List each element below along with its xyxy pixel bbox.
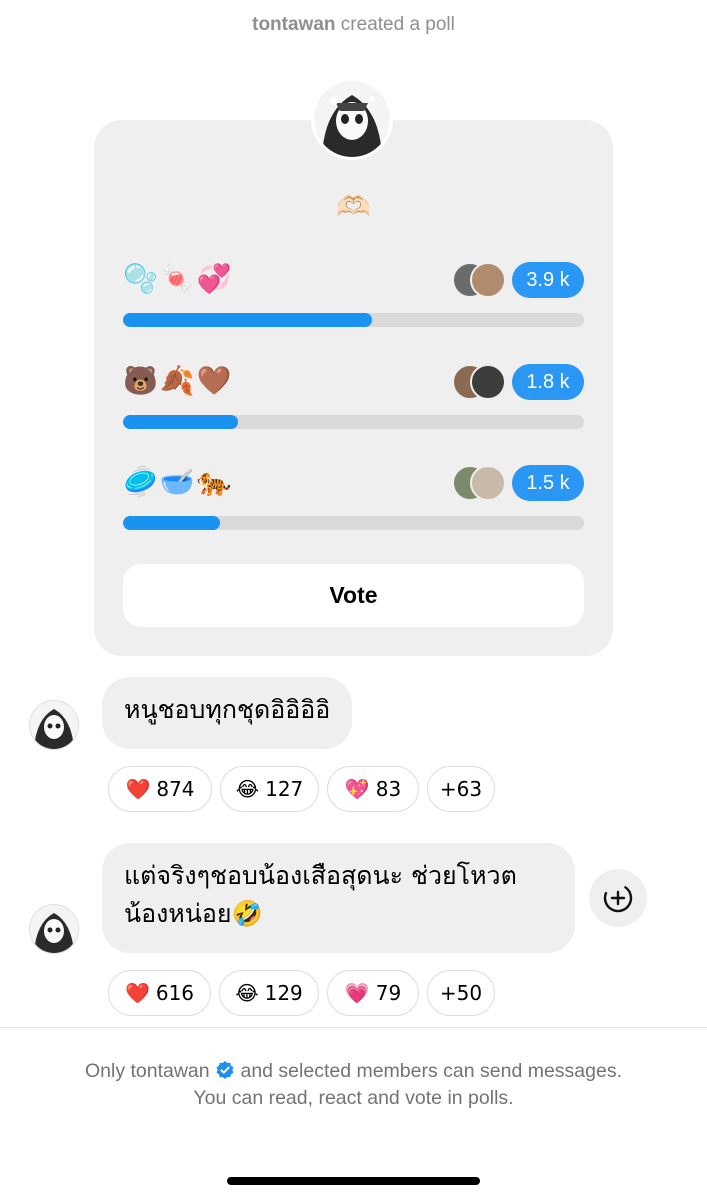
message-text-line: แต่จริงๆชอบน้องเสือสุดนะ ช่วยโหวต (124, 861, 517, 890)
message-bubble[interactable]: แต่จริงๆชอบน้องเสือสุดนะ ช่วยโหวต น้องหน… (102, 843, 575, 953)
add-reaction-button[interactable] (589, 869, 647, 927)
message-bubble[interactable]: หนูชอบทุกชุดอิอิอิอิ (102, 677, 353, 749)
system-message: tontawan created a poll (0, 14, 707, 36)
sender-avatar[interactable] (29, 700, 79, 750)
notice-line2: You can read, react and vote in polls. (193, 1087, 514, 1109)
poll-option-label: 🐻🍂🤎 (123, 364, 234, 397)
divider (0, 1027, 707, 1028)
voter-avatar (470, 465, 506, 501)
poll-progress-fill (123, 516, 220, 530)
add-reaction-icon (603, 883, 633, 913)
reaction-count: 83 (375, 777, 402, 801)
reaction-count: 874 (156, 777, 195, 801)
poll-creator-avatar[interactable] (311, 78, 393, 160)
message-text: หนูชอบทุกชุดอิอิอิอิ (124, 695, 331, 724)
poll-option-2[interactable]: 🐻🍂🤎 1.8 k (123, 364, 584, 434)
poll-option-label: 🫧🍬💞 (123, 262, 234, 295)
poll-card: 🫶🏻 🫧🍬💞 3.9 k 🐻🍂🤎 1.8 k 🥏🥣🐅 1.5 k Vote (94, 120, 613, 656)
reaction-count: 127 (265, 777, 304, 801)
message-text-line: น้องหน่อย🤣 (124, 899, 263, 928)
poll-question: 🫶🏻 (336, 190, 371, 223)
voter-avatar (470, 364, 506, 400)
reaction-count: 129 (264, 981, 303, 1005)
poll-option-3[interactable]: 🥏🥣🐅 1.5 k (123, 465, 584, 535)
reaction-chip[interactable]: 😂 129 (219, 970, 319, 1016)
voter-avatars[interactable] (452, 364, 506, 400)
reaction-count: 616 (155, 981, 195, 1005)
poll-progress-track (123, 313, 584, 327)
reaction-chip[interactable]: ❤️ 874 (108, 766, 212, 812)
more-reactions-chip[interactable]: +63 (427, 766, 495, 812)
poll-option-label: 🥏🥣🐅 (123, 465, 234, 498)
voter-avatars[interactable] (452, 262, 506, 298)
reaction-count: 79 (375, 981, 402, 1005)
poll-progress-track (123, 415, 584, 429)
notice-owner: Only tontawan (84, 1060, 210, 1082)
poll-option-1[interactable]: 🫧🍬💞 3.9 k (123, 262, 584, 332)
system-message-text: created a poll (340, 14, 455, 35)
growing-heart-icon: 💗 (344, 981, 370, 1005)
vote-count[interactable]: 1.8 k (512, 364, 584, 400)
system-message-user[interactable]: tontawan (252, 14, 335, 35)
reaction-chip[interactable]: 💗 79 (327, 970, 419, 1016)
laughing-tears-icon: 😂 (235, 777, 260, 801)
poll-progress-fill (123, 313, 372, 327)
voter-avatar (470, 262, 506, 298)
home-indicator[interactable] (227, 1177, 480, 1185)
poll-progress-track (123, 516, 584, 530)
voter-avatars[interactable] (452, 465, 506, 501)
laughing-tears-icon: 😂 (235, 981, 259, 1005)
reaction-chip[interactable]: ❤️ 616 (108, 970, 211, 1016)
verified-badge-icon (216, 1061, 234, 1079)
more-reactions-chip[interactable]: +50 (427, 970, 495, 1016)
heart-icon: ❤️ (124, 981, 150, 1005)
reaction-chip[interactable]: 💖 83 (327, 766, 419, 812)
vote-count[interactable]: 1.5 k (512, 465, 584, 501)
heart-icon: ❤️ (125, 777, 151, 801)
reaction-count: +63 (439, 777, 483, 801)
sender-avatar[interactable] (29, 904, 79, 954)
channel-permissions-notice: Only tontawan and selected members can s… (0, 1058, 707, 1112)
reaction-count: +50 (439, 981, 483, 1005)
reaction-chip[interactable]: 😂 127 (220, 766, 319, 812)
vote-count[interactable]: 3.9 k (512, 262, 584, 298)
vote-button[interactable]: Vote (123, 564, 584, 627)
sparkling-heart-icon: 💖 (344, 777, 370, 801)
poll-progress-fill (123, 415, 239, 429)
notice-suffix: and selected members can send messages. (240, 1060, 623, 1082)
